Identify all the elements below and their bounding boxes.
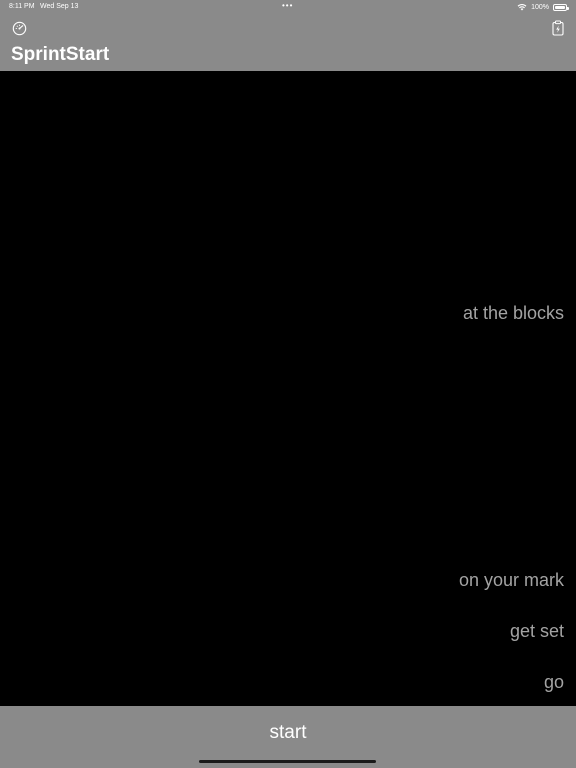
- home-indicator[interactable]: [199, 760, 376, 763]
- navigation-bar: 8:11 PM Wed Sep 13 ••• 100% SprintStart: [0, 0, 576, 71]
- stage-get-set[interactable]: get set: [510, 620, 564, 642]
- stage-on-your-mark[interactable]: on your mark: [459, 569, 564, 591]
- status-indicators: 100%: [517, 2, 569, 12]
- battery-icon: [553, 3, 569, 11]
- wifi-icon: [517, 4, 527, 11]
- status-date: Wed Sep 13: [40, 3, 79, 10]
- clipboard-bolt-icon: [552, 20, 564, 36]
- multitasking-dots[interactable]: •••: [282, 1, 293, 10]
- start-button[interactable]: start: [0, 706, 576, 768]
- clipboard-button[interactable]: [550, 19, 566, 37]
- page-title: SprintStart: [11, 44, 110, 65]
- gauge-icon: [12, 21, 26, 35]
- battery-percent: 100%: [531, 3, 549, 11]
- stage-go[interactable]: go: [544, 671, 564, 693]
- status-time: 8:11 PM: [9, 3, 35, 10]
- app-screen: 8:11 PM Wed Sep 13 ••• 100% SprintStart …: [0, 0, 576, 768]
- settings-button[interactable]: [10, 19, 28, 37]
- stage-at-the-blocks[interactable]: at the blocks: [463, 302, 564, 324]
